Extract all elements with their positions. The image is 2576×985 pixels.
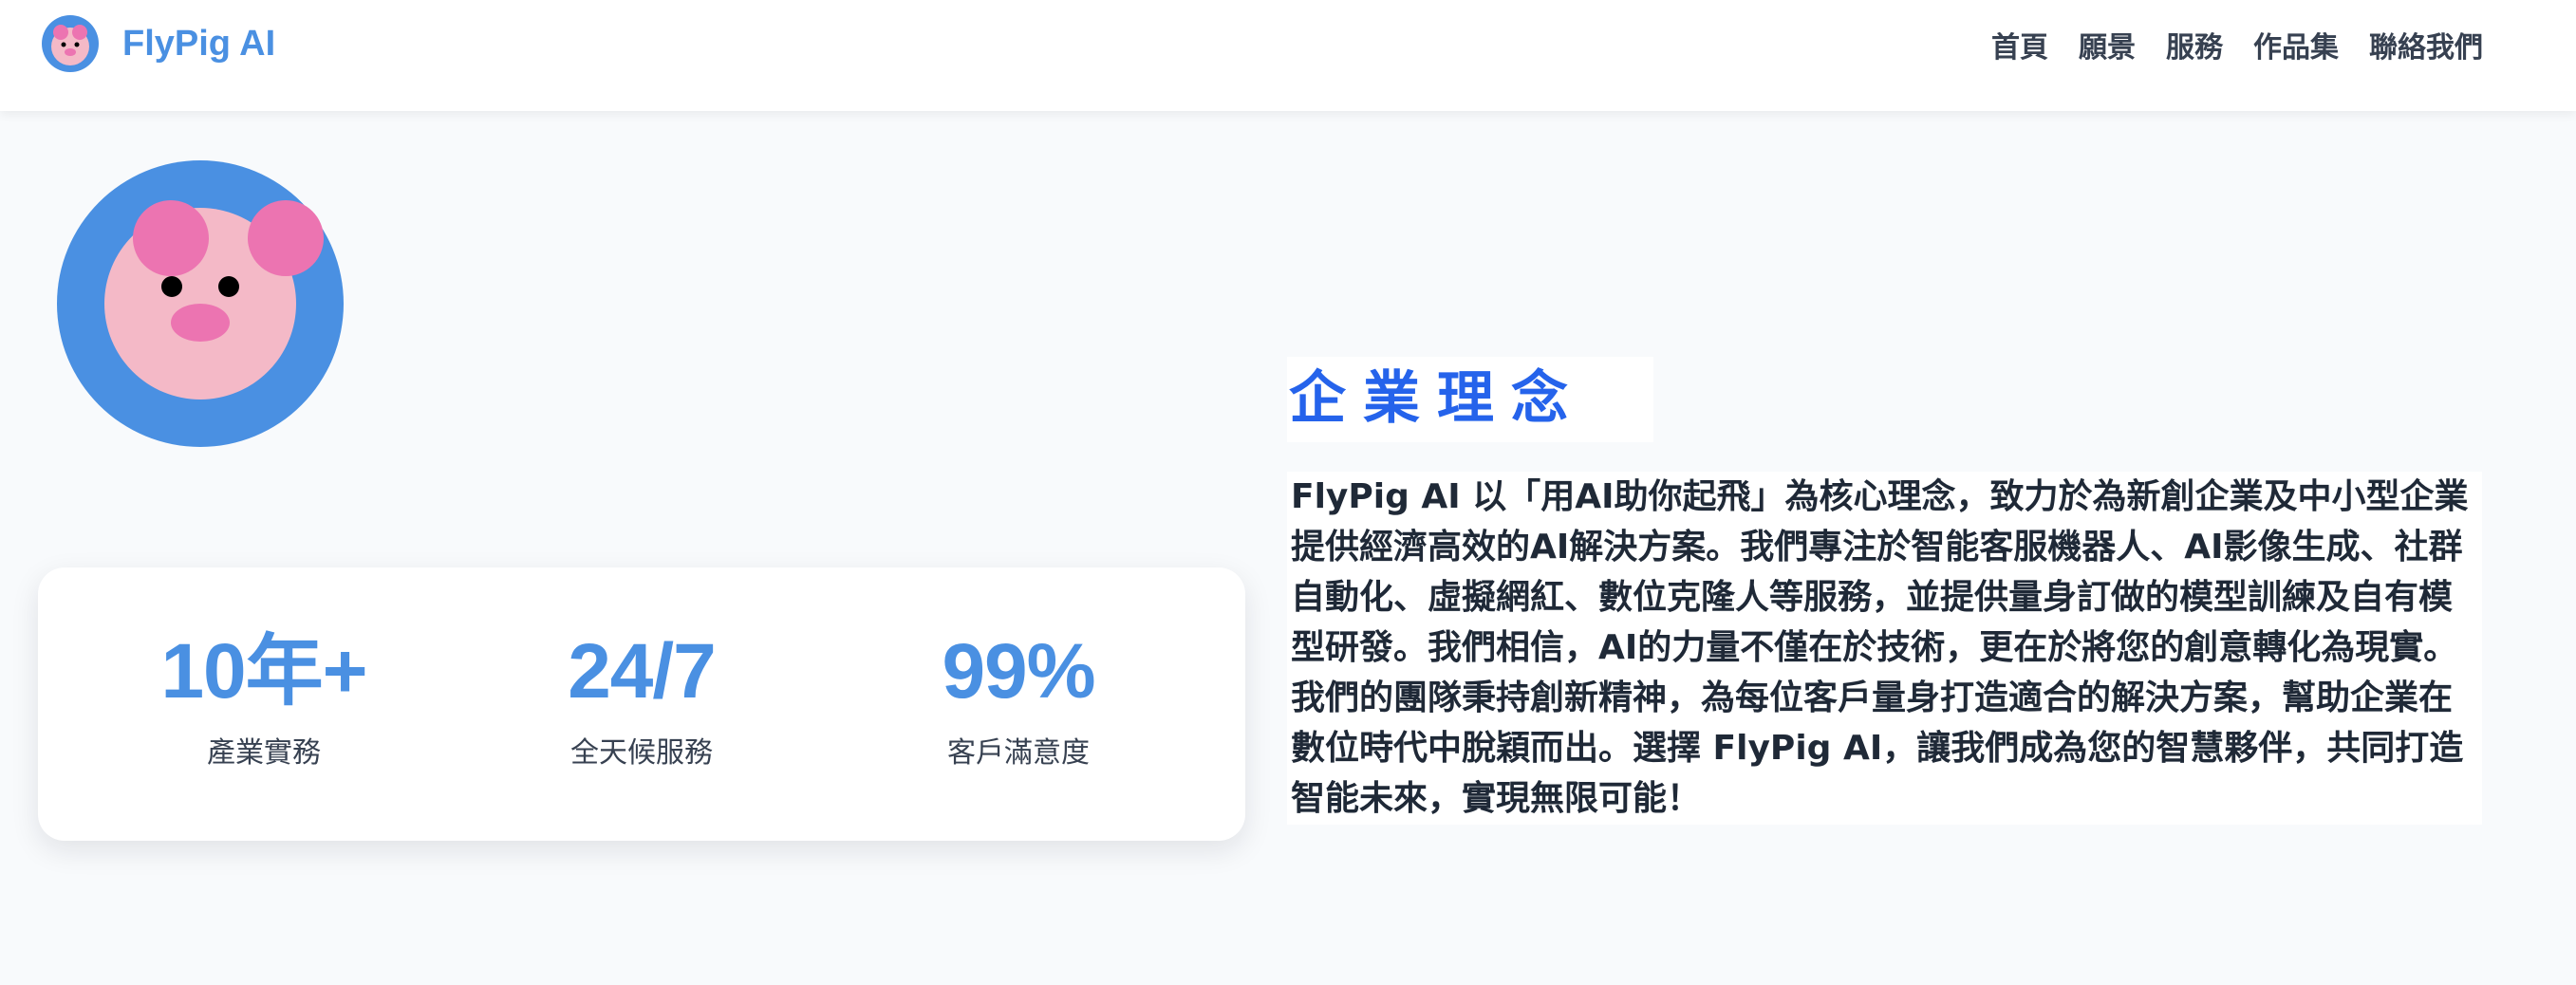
- stat-value: 99%: [942, 628, 1095, 715]
- nav-item: 作品集: [2253, 23, 2339, 74]
- main-nav: 首頁 願景 服務 作品集 聯絡我們: [1991, 23, 2483, 74]
- navbar: FlyPig AI 首頁 願景 服務 作品集 聯絡我們: [0, 0, 2576, 111]
- philosophy-title: 企業理念: [1287, 357, 1653, 442]
- stat-service-hours: 24/7 全天候服務: [471, 628, 812, 771]
- pig-mascot-icon: [57, 160, 344, 447]
- nav-link-contact[interactable]: 聯絡我們: [2369, 23, 2483, 74]
- stat-label: 全天候服務: [570, 736, 713, 770]
- stat-label: 產業實務: [207, 736, 321, 770]
- nav-link-vision[interactable]: 願景: [2079, 23, 2136, 74]
- stat-value: 10年+: [160, 628, 367, 715]
- nav-item: 願景: [2079, 23, 2136, 74]
- nav-link-portfolio[interactable]: 作品集: [2253, 23, 2339, 74]
- stat-experience: 10年+ 產業實務: [93, 628, 435, 771]
- nav-item: 服務: [2166, 23, 2223, 74]
- stat-value: 24/7: [568, 628, 717, 715]
- nav-link-home[interactable]: 首頁: [1991, 23, 2048, 74]
- nav-link-services[interactable]: 服務: [2166, 23, 2223, 74]
- brand-logo-link[interactable]: FlyPig AI: [42, 15, 275, 72]
- stat-satisfaction: 99% 客戶滿意度: [848, 628, 1189, 771]
- brand-name: FlyPig AI: [122, 23, 276, 64]
- flypig-logo-icon: [42, 15, 99, 72]
- nav-item: 聯絡我們: [2369, 23, 2483, 74]
- nav-item: 首頁: [1991, 23, 2048, 74]
- stats-card: 10年+ 產業實務 24/7 全天候服務 99% 客戶滿意度: [38, 567, 1245, 841]
- stat-label: 客戶滿意度: [947, 736, 1090, 770]
- philosophy-text: FlyPig AI 以「用AI助你起飛」為核心理念，致力於為新創企業及中小型企業…: [1287, 472, 2482, 825]
